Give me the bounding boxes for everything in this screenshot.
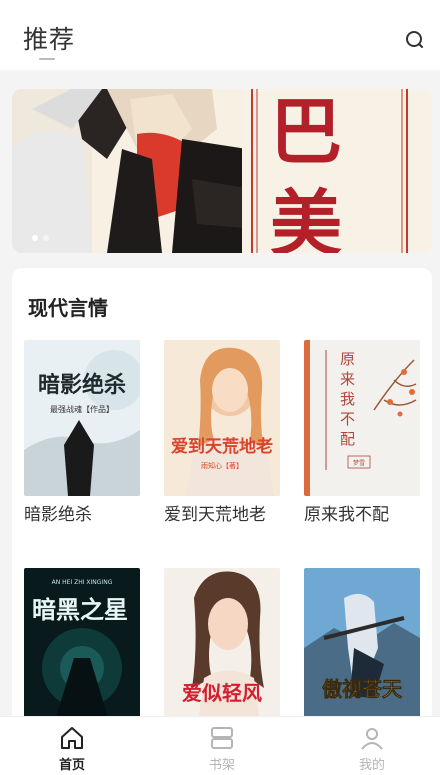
user-icon xyxy=(361,728,383,750)
section-title: 现代言情 xyxy=(28,296,108,320)
book-cover: 爱到天荒地老 雨知心【著】 xyxy=(164,340,280,496)
cover-author: AN HEI ZHI XINGING xyxy=(52,579,113,586)
page-title: 推荐 xyxy=(23,25,76,54)
cover-text: 暗黑之星 xyxy=(32,595,128,624)
tab-profile[interactable]: 我的 xyxy=(312,717,432,775)
bottom-tab-bar: 首页 书架 我的 xyxy=(0,716,440,775)
cover-author: 梦雪 xyxy=(353,459,365,467)
search-button[interactable] xyxy=(400,24,430,54)
tab-label: 首页 xyxy=(58,758,85,773)
book-section: 现代言情 暗影绝杀 最强战魂【作品】 暗影绝杀 爱到天荒地老 雨知心【著】 爱到… xyxy=(12,268,432,768)
book-title: 原来我不配 xyxy=(304,505,389,525)
search-icon xyxy=(406,31,423,48)
cover-text: 暗影绝杀 xyxy=(38,372,126,398)
app-root: 推荐 巴 美 现代言情 暗影绝杀 最强战魂【作品】 暗影绝杀 爱到天荒地老 雨知… xyxy=(0,0,440,775)
book-item[interactable]: 暗黑之星 AN HEI ZHI XINGING xyxy=(24,568,140,732)
book-item[interactable]: 暗影绝杀 最强战魂【作品】 暗影绝杀 xyxy=(24,340,140,526)
banner-dot xyxy=(43,235,49,241)
banner-image: 巴 美 xyxy=(12,89,432,253)
title-underline xyxy=(39,58,55,60)
book-item[interactable]: 傲视苍天 xyxy=(304,568,420,732)
cover-author: 最强战魂【作品】 xyxy=(50,404,114,414)
banner-indicator xyxy=(32,235,49,241)
book-cover: 暗黑之星 AN HEI ZHI XINGING xyxy=(24,568,140,724)
tab-label: 我的 xyxy=(358,758,385,773)
tab-home[interactable]: 首页 xyxy=(12,717,132,775)
cover-text: 傲视苍天 xyxy=(322,677,403,701)
home-icon xyxy=(61,727,83,749)
tab-label: 书架 xyxy=(208,758,235,773)
banner-dot-active xyxy=(32,235,38,241)
cover-text: 爱似轻风 xyxy=(182,681,262,705)
banner-art-text-1: 巴 xyxy=(270,89,342,174)
book-cover: 原 来 我 不 配 梦雪 xyxy=(304,340,420,496)
book-cover: 爱似轻风 xyxy=(164,568,280,724)
book-item[interactable]: 原 来 我 不 配 梦雪 原来我不配 xyxy=(304,340,420,526)
cover-text: 爱到天荒地老 xyxy=(171,436,273,457)
promo-banner[interactable]: 巴 美 xyxy=(12,89,432,253)
book-title: 爱到天荒地老 xyxy=(164,505,266,525)
top-header: 推荐 xyxy=(0,0,440,70)
bookshelf-icon xyxy=(211,727,233,749)
banner-art-text-2: 美 xyxy=(270,181,342,253)
book-cover: 暗影绝杀 最强战魂【作品】 xyxy=(24,340,140,496)
book-item[interactable]: 爱似轻风 xyxy=(164,568,280,732)
book-item[interactable]: 爱到天荒地老 雨知心【著】 爱到天荒地老 xyxy=(164,340,280,526)
book-title: 暗影绝杀 xyxy=(24,505,92,525)
tab-bookshelf[interactable]: 书架 xyxy=(162,717,282,775)
book-cover: 傲视苍天 xyxy=(304,568,420,724)
cover-author: 雨知心【著】 xyxy=(201,461,243,470)
